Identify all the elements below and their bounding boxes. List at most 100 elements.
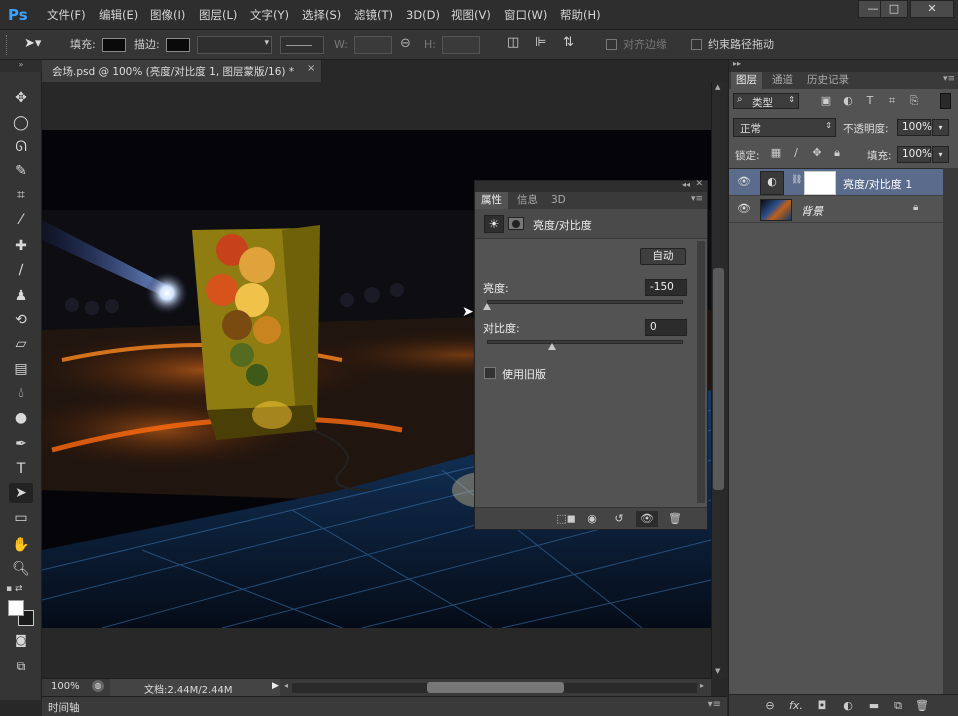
stroke-type-dropdown[interactable] [280, 36, 324, 54]
brightness-input[interactable]: -150 [645, 279, 687, 296]
move-tool-icon[interactable]: ✥ [9, 88, 33, 108]
properties-scrollbar[interactable] [697, 241, 705, 503]
width-field[interactable] [354, 36, 392, 54]
gradient-tool-icon[interactable]: ▤ [9, 359, 33, 379]
legacy-checkbox[interactable] [484, 367, 496, 379]
path-operations-icon[interactable]: ◫ [507, 36, 519, 50]
panel-menu-icon[interactable]: ▾≡ [943, 74, 955, 84]
chevron-down-icon[interactable]: ▾ [932, 119, 949, 136]
lock-transparent-icon[interactable]: ▦ [765, 145, 787, 161]
reset-icon[interactable]: ↺ [608, 511, 630, 527]
lock-all-icon[interactable]: 🔒︎ [826, 145, 848, 161]
link-layers-icon[interactable]: ⊖ [759, 698, 781, 714]
zoom-level[interactable]: 100% [51, 681, 80, 692]
filter-toggle[interactable] [940, 93, 951, 109]
contrast-input[interactable]: 0 [645, 319, 687, 336]
path-alignment-icon[interactable]: ⊫ [535, 36, 546, 50]
horizontal-scroll-thumb[interactable] [427, 682, 564, 693]
tab-3d[interactable]: 3D [545, 192, 572, 209]
visibility-icon[interactable]: 👁︎ [636, 511, 658, 527]
path-select-tool-icon[interactable]: ➤▾ [24, 36, 52, 54]
menu-3d[interactable]: 3D(D) [406, 7, 440, 23]
layers-scrollbar[interactable] [943, 168, 958, 694]
tab-channels[interactable]: 通道 [767, 72, 798, 89]
scroll-down-icon[interactable]: ▼ [715, 667, 720, 675]
chain-link-icon[interactable]: ⛓︎ [791, 175, 802, 185]
mask-icon[interactable] [508, 217, 524, 230]
blur-tool-icon[interactable]: 💧︎ [9, 383, 33, 403]
document-tab[interactable]: 会场.psd @ 100% (亮度/对比度 1, 图层蒙版/16) * × [42, 60, 322, 82]
filter-kind-dropdown[interactable]: ⌕ 类型 ⇕ [733, 93, 799, 109]
swap-colors-icon[interactable]: ▪ ⇄ [6, 584, 36, 596]
status-menu-arrow-icon[interactable]: ▶ [272, 681, 279, 691]
brightness-adjustment-icon[interactable]: ☀ [484, 215, 504, 233]
vertical-scroll-thumb[interactable] [713, 268, 724, 490]
rectangle-tool-icon[interactable]: ▭ [9, 508, 33, 528]
lock-position-icon[interactable]: ✥ [806, 145, 828, 161]
height-field[interactable] [442, 36, 480, 54]
crop-tool-icon[interactable]: ⌗ [9, 185, 33, 205]
menu-edit[interactable]: 编辑(E) [99, 7, 138, 23]
brightness-slider-thumb[interactable] [483, 303, 491, 310]
panel-menu-icon[interactable]: ▾≡ [691, 194, 703, 204]
layer-name[interactable]: 亮度/对比度 1 [843, 176, 912, 192]
layer-row[interactable]: 👁︎ 背景 🔒︎ [729, 196, 943, 223]
type-tool-icon[interactable]: T [9, 459, 33, 479]
eye-icon[interactable]: 👁︎ [737, 175, 751, 188]
clip-to-layer-icon[interactable]: ⬚◼ [555, 511, 577, 527]
chevron-down-icon[interactable]: ▾ [932, 146, 949, 163]
eraser-tool-icon[interactable]: ▱ [9, 334, 33, 354]
lasso-tool-icon[interactable]: ᘏ [9, 137, 33, 157]
panel-menu-icon[interactable]: ▾≡ [708, 699, 721, 710]
screen-mode-icon[interactable]: ⧉ [9, 656, 33, 676]
quick-select-tool-icon[interactable]: ✎ [9, 161, 33, 181]
quick-mask-icon[interactable]: ◙ [9, 630, 33, 650]
new-group-icon[interactable]: ▬ [863, 698, 885, 714]
filter-type-icon[interactable]: T [859, 93, 881, 109]
delete-layer-icon[interactable]: 🗑︎ [911, 698, 933, 714]
scroll-left-icon[interactable]: ◂ [284, 681, 288, 690]
opacity-input[interactable]: 100% [897, 119, 932, 136]
eyedropper-tool-icon[interactable]: ⁄ [9, 210, 33, 230]
menu-help[interactable]: 帮助(H) [560, 7, 601, 23]
clone-stamp-tool-icon[interactable]: ♟ [9, 286, 33, 306]
tab-info[interactable]: 信息 [511, 192, 544, 209]
hand-tool-icon[interactable]: ✋ [9, 535, 33, 555]
menu-type[interactable]: 文字(Y) [250, 7, 289, 23]
path-arrange-icon[interactable]: ⇅ [563, 36, 574, 50]
collapse-icon[interactable]: ◂◂ [682, 180, 690, 189]
link-icon[interactable]: ⊖ [400, 37, 411, 51]
marquee-tool-icon[interactable]: ◯ [9, 113, 33, 133]
filter-smart-object-icon[interactable]: ⎘ [903, 93, 925, 109]
export-icon[interactable]: ◍ [92, 680, 104, 692]
fill-swatch[interactable] [102, 38, 126, 52]
scroll-right-icon[interactable]: ▸ [700, 681, 704, 690]
filter-shape-icon[interactable]: ⌗ [881, 93, 903, 109]
lock-image-icon[interactable]: ∕ [785, 145, 807, 161]
layer-thumbnail[interactable] [760, 199, 792, 221]
constrain-path-checkbox[interactable] [691, 39, 702, 50]
tab-properties[interactable]: 属性 [475, 192, 508, 209]
contrast-slider[interactable] [487, 340, 683, 344]
new-adjustment-layer-icon[interactable]: ◐ [837, 698, 859, 714]
healing-brush-tool-icon[interactable]: ✚ [9, 236, 33, 256]
foreground-color-swatch[interactable] [8, 600, 24, 616]
layer-row[interactable]: 👁︎ ◐ ⛓︎ 亮度/对比度 1 [729, 169, 943, 196]
stroke-width-dropdown[interactable]: ▾ [197, 36, 272, 54]
expand-icon[interactable]: ▸▸ [733, 59, 741, 68]
dodge-tool-icon[interactable]: ● [9, 408, 33, 428]
layer-style-icon[interactable]: fx. [785, 698, 807, 714]
tab-history[interactable]: 历史记录 [802, 72, 854, 89]
blend-mode-dropdown[interactable]: 正常 ⇕ [733, 118, 836, 137]
scroll-up-icon[interactable]: ▲ [715, 83, 720, 91]
add-mask-icon[interactable]: ◘ [811, 698, 833, 714]
menu-filter[interactable]: 滤镜(T) [354, 7, 393, 23]
menu-image[interactable]: 图像(I) [150, 7, 185, 23]
menu-view[interactable]: 视图(V) [451, 7, 491, 23]
menu-layer[interactable]: 图层(L) [199, 7, 237, 23]
panel-header[interactable]: ◂◂ ✕ [475, 179, 707, 192]
auto-button[interactable]: 自动 [640, 248, 686, 265]
new-layer-icon[interactable]: ⧉ [887, 698, 909, 714]
menu-file[interactable]: 文件(F) [47, 7, 86, 23]
history-brush-tool-icon[interactable]: ⟲ [9, 310, 33, 330]
